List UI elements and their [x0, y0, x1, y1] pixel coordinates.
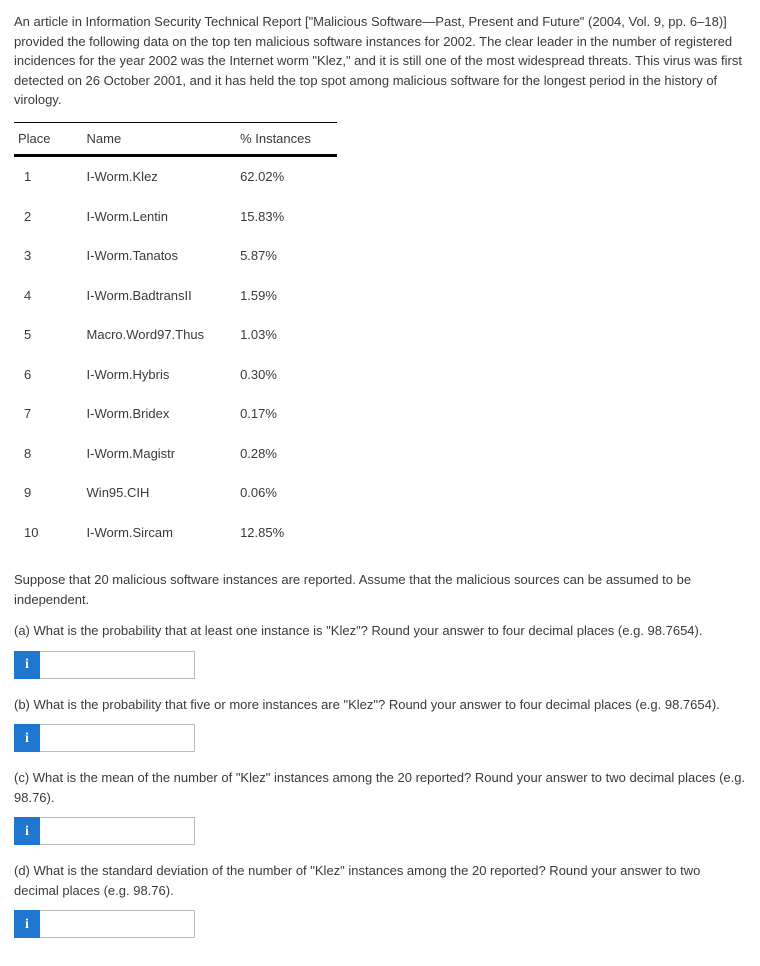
table-row: 3I-Worm.Tanatos5.87% [14, 236, 337, 276]
answer-input-a[interactable] [40, 651, 195, 679]
info-icon[interactable]: i [14, 910, 40, 938]
answer-input-b[interactable] [40, 724, 195, 752]
answer-input-d[interactable] [40, 910, 195, 938]
table-row: 4I-Worm.BadtransII1.59% [14, 276, 337, 316]
answer-block-d: i [14, 910, 746, 938]
question-c: (c) What is the mean of the number of "K… [14, 768, 746, 807]
answer-block-b: i [14, 724, 746, 752]
answer-input-c[interactable] [40, 817, 195, 845]
question-b: (b) What is the probability that five or… [14, 695, 746, 715]
info-icon[interactable]: i [14, 724, 40, 752]
question-d: (d) What is the standard deviation of th… [14, 861, 746, 900]
col-name: Name [77, 122, 231, 155]
table-row: 1I-Worm.Klez62.02% [14, 156, 337, 197]
info-icon[interactable]: i [14, 817, 40, 845]
intro-text: An article in Information Security Techn… [14, 12, 746, 110]
table-row: 5Macro.Word97.Thus1.03% [14, 315, 337, 355]
col-pct: % Instances [230, 122, 337, 155]
question-a: (a) What is the probability that at leas… [14, 621, 746, 641]
info-icon[interactable]: i [14, 651, 40, 679]
col-place: Place [14, 122, 77, 155]
table-row: 2I-Worm.Lentin15.83% [14, 197, 337, 237]
answer-block-c: i [14, 817, 746, 845]
answer-block-a: i [14, 651, 746, 679]
table-row: 9Win95.CIH0.06% [14, 473, 337, 513]
table-body: 1I-Worm.Klez62.02% 2I-Worm.Lentin15.83% … [14, 156, 337, 552]
suppose-text: Suppose that 20 malicious software insta… [14, 570, 746, 609]
table-row: 7I-Worm.Bridex0.17% [14, 394, 337, 434]
table-row: 8I-Worm.Magistr0.28% [14, 434, 337, 474]
malware-table: Place Name % Instances 1I-Worm.Klez62.02… [14, 122, 337, 553]
table-row: 6I-Worm.Hybris0.30% [14, 355, 337, 395]
table-row: 10I-Worm.Sircam12.85% [14, 513, 337, 553]
